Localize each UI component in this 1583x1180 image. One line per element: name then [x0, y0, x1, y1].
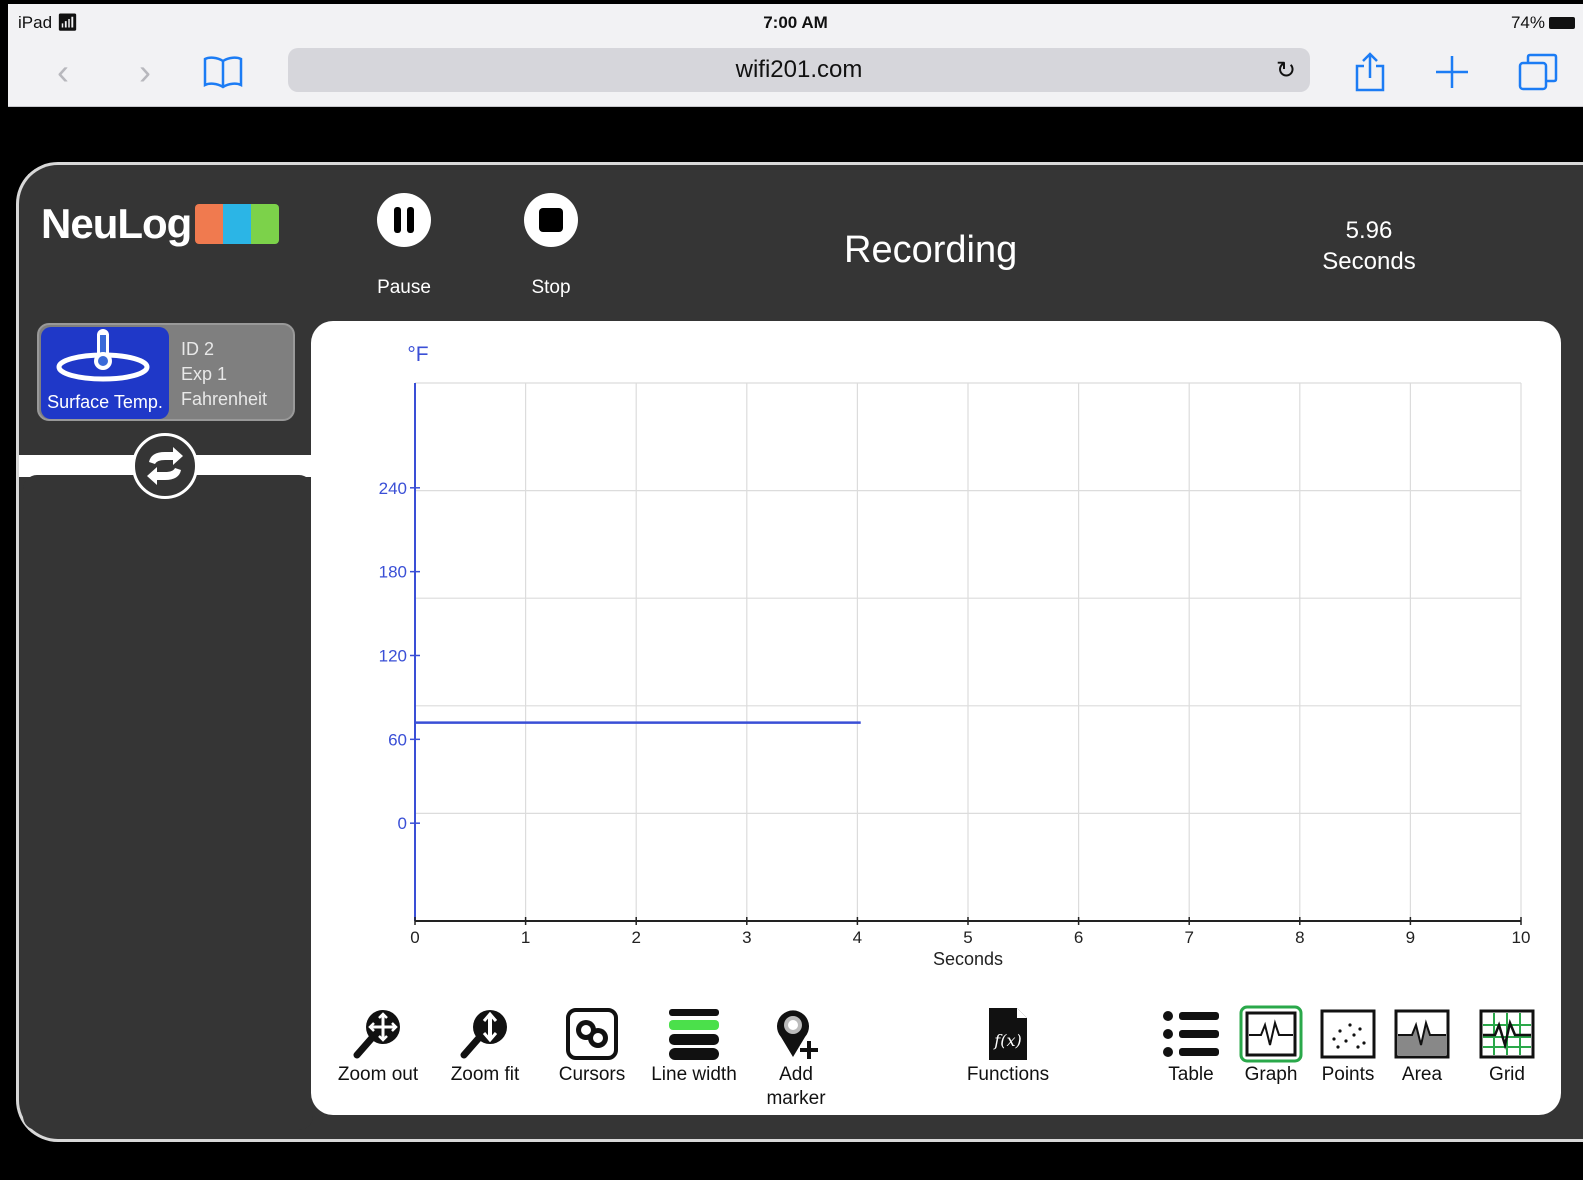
area-icon — [1391, 1005, 1453, 1063]
swap-button[interactable] — [132, 433, 198, 499]
bookmarks-icon[interactable] — [200, 50, 246, 94]
area-label: Area — [1401, 1064, 1443, 1085]
y-axis-label: °F — [407, 343, 428, 366]
table-icon — [1159, 1005, 1223, 1063]
clock: 7:00 AM — [763, 13, 828, 32]
sensor-name: Surface Temp. — [47, 392, 163, 412]
add-marker-button[interactable]: Add marker — [761, 1005, 831, 1111]
x-tick-label: 5 — [963, 928, 972, 947]
graph-chart[interactable]: 0 1 2 3 4 5 6 7 8 9 10 0 60 120 180 240 °F Seconds — [311, 321, 1561, 1001]
elapsed-timer: 5.96 Seconds — [1294, 215, 1444, 277]
safari-chrome: iPad 📶︎ 7:00 AM 74% ‹ › wifi201.com ↻ — [8, 4, 1583, 107]
sensor-list-panel — [23, 475, 313, 1130]
functions-icon: f(x) — [959, 1005, 1057, 1063]
graph-panel: 0 1 2 3 4 5 6 7 8 9 10 0 60 120 180 240 °F Seconds Zoom o… — [311, 321, 1561, 1115]
stop-icon — [524, 193, 578, 247]
graph-icon — [1239, 1005, 1303, 1063]
y-tick-label: 120 — [379, 646, 407, 665]
x-tick-label: 4 — [853, 928, 862, 947]
add-marker-label-2: marker — [766, 1088, 826, 1109]
add-marker-label-1: Add — [779, 1064, 813, 1085]
x-tick-label: 0 — [410, 928, 419, 947]
sensor-exp: Exp 1 — [181, 364, 228, 384]
svg-text:f(x): f(x) — [993, 1031, 1021, 1050]
line-width-button[interactable]: Line width — [644, 1005, 744, 1087]
url-text: wifi201.com — [735, 56, 863, 83]
back-icon[interactable]: ‹ — [48, 50, 78, 94]
reload-icon[interactable]: ↻ — [1276, 56, 1296, 85]
table-view-button[interactable]: Table — [1159, 1005, 1223, 1087]
line-width-icon — [644, 1005, 744, 1063]
points-view-button[interactable]: Points — [1316, 1005, 1380, 1087]
stop-button[interactable]: Stop — [506, 193, 596, 299]
zoom-out-label: Zoom out — [337, 1064, 419, 1085]
graph-label: Graph — [1244, 1064, 1298, 1085]
cursors-icon — [551, 1005, 633, 1063]
swap-arrows-icon — [147, 447, 183, 485]
tabs-icon[interactable] — [1516, 50, 1560, 94]
y-tick-label: 240 — [379, 479, 407, 498]
zoom-fit-icon — [437, 1005, 533, 1063]
x-tick-label: 3 — [742, 928, 751, 947]
area-view-button[interactable]: Area — [1391, 1005, 1453, 1087]
zoom-out-icon — [333, 1005, 423, 1063]
battery-percent: 74% — [1510, 13, 1545, 32]
functions-button[interactable]: f(x) Functions — [959, 1005, 1057, 1087]
pause-icon — [377, 193, 431, 247]
pause-label: Pause — [377, 277, 431, 298]
share-icon[interactable] — [1350, 50, 1390, 94]
sensor-module-card[interactable]: Surface Temp. ID 2 Exp 1 Fahrenheit — [37, 323, 295, 421]
zoom-out-button[interactable]: Zoom out — [333, 1005, 423, 1087]
cursors-label: Cursors — [558, 1064, 626, 1085]
battery-indicator: 74% — [1511, 13, 1575, 33]
x-tick-label: 9 — [1406, 928, 1415, 947]
address-bar[interactable]: wifi201.com ↻ — [288, 48, 1310, 92]
line-width-label: Line width — [651, 1064, 737, 1085]
forward-icon[interactable]: › — [130, 50, 160, 94]
timer-unit: Seconds — [1322, 248, 1416, 275]
grid-label: Grid — [1489, 1064, 1525, 1085]
add-marker-icon — [761, 1005, 831, 1063]
grid-icon — [1477, 1005, 1537, 1063]
graph-view-button[interactable]: Graph — [1239, 1005, 1303, 1087]
x-axis-label: Seconds — [933, 949, 1003, 969]
grid-toggle-button[interactable]: Grid — [1477, 1005, 1537, 1087]
functions-label: Functions — [966, 1064, 1050, 1085]
x-tick-label: 7 — [1184, 928, 1193, 947]
x-tick-label: 1 — [521, 928, 530, 947]
y-tick-label: 0 — [398, 814, 407, 833]
x-tick-label: 6 — [1074, 928, 1083, 947]
timer-value: 5.96 — [1345, 217, 1393, 244]
browser-toolbar: ‹ › wifi201.com ↻ — [8, 44, 1583, 99]
logo-text: NeuLog — [41, 200, 192, 247]
zoom-fit-label: Zoom fit — [450, 1064, 520, 1085]
surface-temp-sensor-icon: Surface Temp. — [41, 327, 169, 419]
points-label: Points — [1321, 1064, 1375, 1085]
y-tick-label: 60 — [388, 730, 407, 749]
battery-icon — [1549, 17, 1575, 29]
stop-label: Stop — [531, 277, 571, 298]
graph-toolbar: Zoom out Zoom fit Cursors Line width Add… — [311, 997, 1561, 1109]
new-tab-icon[interactable] — [1432, 50, 1472, 94]
points-icon — [1316, 1005, 1380, 1063]
x-tick-label: 8 — [1295, 928, 1304, 947]
sensor-details: ID 2 Exp 1 Fahrenheit — [181, 337, 267, 412]
x-tick-label: 2 — [631, 928, 640, 947]
y-tick-label: 180 — [379, 563, 407, 582]
cursors-button[interactable]: Cursors — [551, 1005, 633, 1087]
status-bar: iPad 📶︎ 7:00 AM 74% — [8, 4, 1583, 38]
table-label: Table — [1168, 1064, 1214, 1085]
sensor-unit: Fahrenheit — [181, 389, 268, 409]
x-tick-label: 10 — [1512, 928, 1531, 947]
pause-button[interactable]: Pause — [359, 193, 449, 299]
logo-mark-icon — [195, 204, 280, 244]
sensor-id: ID 2 — [181, 339, 215, 359]
neulog-app: NeuLog Pause Stop Recording 5.96 Seconds — [16, 162, 1583, 1142]
zoom-fit-button[interactable]: Zoom fit — [437, 1005, 533, 1087]
neulog-logo: NeuLog — [41, 200, 280, 248]
recording-status: Recording — [844, 229, 1018, 271]
